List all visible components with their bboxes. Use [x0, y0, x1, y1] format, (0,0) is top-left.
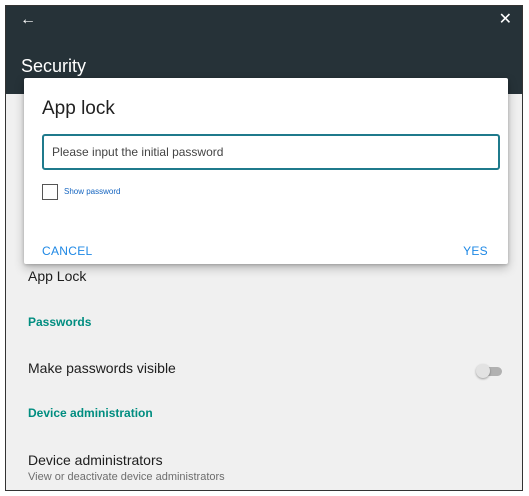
app-lock-dialog: App lock Show password CANCEL YES	[24, 78, 508, 264]
cancel-button[interactable]: CANCEL	[42, 244, 92, 258]
app-window: ← ✕ Security App Lock Passwords Make pas…	[5, 5, 523, 491]
password-input[interactable]	[42, 134, 500, 170]
yes-button[interactable]: YES	[463, 244, 488, 258]
show-password-checkbox[interactable]	[42, 184, 58, 200]
dialog-title: App lock	[42, 98, 115, 119]
show-password-label[interactable]: Show password	[64, 187, 120, 196]
